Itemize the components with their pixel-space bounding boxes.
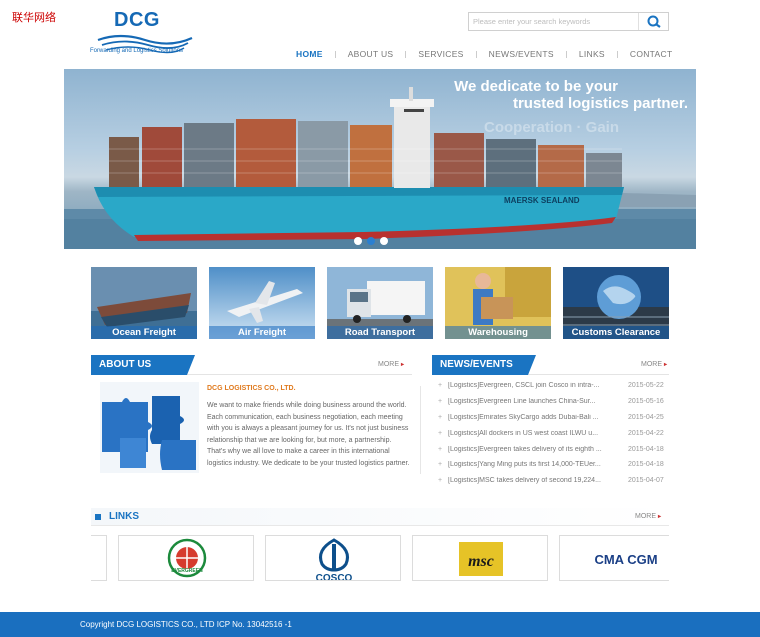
news-title[interactable]: [Logistics]Yang Ming puts its first 14,0… xyxy=(448,461,612,468)
nav-divider xyxy=(405,50,407,58)
news-title[interactable]: [Logistics]Evergreen takes delivery of i… xyxy=(448,446,612,453)
news-item[interactable]: + [Logistics]Evergreen Line launches Chin… xyxy=(438,394,669,410)
slider-dot-3[interactable] xyxy=(380,237,388,245)
bullet-icon: + xyxy=(438,429,443,437)
news-title[interactable]: [Logistics]Emirates SkyCargo adds Dubai-… xyxy=(448,414,612,421)
section-divider xyxy=(420,386,421,474)
site-tag: 联华网络 xyxy=(12,11,56,24)
service-label: Road Transport xyxy=(327,326,433,339)
service-label: Warehousing xyxy=(445,326,551,339)
service-label: Ocean Freight xyxy=(91,326,197,339)
partner-logo-partial[interactable] xyxy=(91,535,107,581)
service-warehousing[interactable]: Warehousing xyxy=(445,267,551,339)
partner-evergreen[interactable]: EVERGREEN xyxy=(118,535,254,581)
search-button[interactable] xyxy=(638,13,668,30)
nav-links[interactable]: LINKS xyxy=(579,49,605,59)
bullet-icon: + xyxy=(438,477,443,485)
puzzle-image xyxy=(100,382,199,473)
banner-watermark: Cooperation · Gain xyxy=(484,119,619,136)
footer: Copyright DCG LOGISTICS CO., LTD ICP No.… xyxy=(0,612,760,637)
service-road-transport[interactable]: Road Transport xyxy=(327,267,433,339)
banner-headline-1: We dedicate to be your xyxy=(454,78,618,95)
news-events-header: NEWS/EVENTS MORE ▸ xyxy=(432,355,669,375)
nav-home[interactable]: HOME xyxy=(296,49,323,59)
nav-contact[interactable]: CONTACT xyxy=(630,49,673,59)
news-item[interactable]: + [Logistics]All dockers in US west coast… xyxy=(438,425,669,441)
about-more-link[interactable]: MORE ▸ xyxy=(378,361,404,368)
slider-dot-2[interactable] xyxy=(367,237,375,245)
news-date: 2015-04-18 xyxy=(628,445,664,453)
news-date: 2015-04-25 xyxy=(628,413,664,421)
about-us-title: ABOUT US xyxy=(99,359,152,370)
cma-cgm-logo-icon: CMA CGM xyxy=(594,552,657,567)
news-date: 2015-04-07 xyxy=(628,477,664,485)
partner-cma-cgm[interactable]: CMA CGM xyxy=(559,535,669,581)
hero-banner[interactable]: MAERSK SEALAND We dedicate to be your tr… xyxy=(64,69,696,249)
nav-news-events[interactable]: NEWS/EVENTS xyxy=(489,49,554,59)
links-more-link[interactable]: MORE ▸ xyxy=(635,513,661,520)
svg-text:EVERGREEN: EVERGREEN xyxy=(171,568,203,574)
bullet-icon: + xyxy=(438,382,443,390)
news-more-link[interactable]: MORE ▸ xyxy=(641,361,667,368)
ship-name: MAERSK SEALAND xyxy=(504,196,580,205)
search-input[interactable] xyxy=(469,13,637,30)
about-description: We want to make friends while doing busi… xyxy=(207,402,410,467)
cosco-logo-icon: COSCO xyxy=(316,538,353,581)
svg-text:CMA CGM: CMA CGM xyxy=(594,552,657,567)
news-title[interactable]: [Logistics]MSC takes delivery of second … xyxy=(448,477,612,484)
nav-divider xyxy=(565,50,567,58)
service-label: Customs Clearance xyxy=(563,326,669,339)
nav-divider xyxy=(334,50,336,58)
bullet-icon: + xyxy=(438,398,443,406)
about-us-header: ABOUT US MORE ▸ xyxy=(91,355,412,375)
news-list: + [Logistics]Evergreen, CSCL join Cosco i… xyxy=(438,378,669,489)
news-item[interactable]: + [Logistics]Evergreen takes delivery of … xyxy=(438,441,669,457)
news-title[interactable]: [Logistics]Evergreen, CSCL join Cosco in… xyxy=(448,382,612,389)
logo-brand: DCG xyxy=(114,9,160,31)
nav-about-us[interactable]: ABOUT US xyxy=(348,49,394,59)
news-date: 2015-04-18 xyxy=(628,461,664,469)
news-title[interactable]: [Logistics]Evergreen Line launches China… xyxy=(448,398,612,405)
news-item[interactable]: + [Logistics]MSC takes delivery of second… xyxy=(438,473,669,489)
bullet-icon: + xyxy=(438,413,443,421)
nav-divider xyxy=(616,50,618,58)
news-item[interactable]: + [Logistics]Emirates SkyCargo adds Dubai… xyxy=(438,410,669,426)
news-date: 2015-04-22 xyxy=(628,429,664,437)
service-label: Air Freight xyxy=(209,326,315,339)
slider-dot-1[interactable] xyxy=(354,237,362,245)
evergreen-logo-icon: EVERGREEN xyxy=(167,538,207,578)
news-item[interactable]: + [Logistics]Yang Ming puts its first 14,… xyxy=(438,457,669,473)
partner-cosco[interactable]: COSCO xyxy=(265,535,401,581)
banner-headline-2: trusted logistics partner. xyxy=(512,95,688,112)
service-ocean-freight[interactable]: Ocean Freight xyxy=(91,267,197,339)
logo-tagline: Forwarding and Logistics Solutions xyxy=(90,48,184,54)
main-nav: HOME ABOUT US SERVICES NEWS/EVENTS LINKS… xyxy=(296,47,672,61)
partner-msc[interactable]: msc xyxy=(412,535,548,581)
news-events-title: NEWS/EVENTS xyxy=(440,359,513,370)
news-item[interactable]: + [Logistics]Evergreen, CSCL join Cosco i… xyxy=(438,378,669,394)
news-date: 2015-05-22 xyxy=(628,382,664,390)
links-square-icon xyxy=(95,514,101,520)
msc-logo-icon: msc xyxy=(459,542,503,576)
slider-dots xyxy=(354,237,388,245)
bullet-icon: + xyxy=(438,445,443,453)
svg-text:msc: msc xyxy=(468,553,494,570)
about-company-name: DCG LOGISTICS CO., LTD. xyxy=(207,385,296,392)
search-box xyxy=(468,12,669,31)
links-header: LINKS MORE ▸ xyxy=(91,508,669,526)
news-date: 2015-05-16 xyxy=(628,398,664,406)
nav-divider xyxy=(475,50,477,58)
service-customs-clearance[interactable]: Customs Clearance xyxy=(563,267,669,339)
news-title[interactable]: [Logistics]All dockers in US west coast … xyxy=(448,430,612,437)
footer-copyright: Copyright DCG LOGISTICS CO., LTD ICP No.… xyxy=(80,620,292,629)
search-icon xyxy=(647,15,661,28)
links-title: LINKS xyxy=(109,511,139,522)
service-air-freight[interactable]: Air Freight xyxy=(209,267,315,339)
svg-text:COSCO: COSCO xyxy=(316,573,353,581)
bullet-icon: + xyxy=(438,461,443,469)
nav-services[interactable]: SERVICES xyxy=(418,49,463,59)
